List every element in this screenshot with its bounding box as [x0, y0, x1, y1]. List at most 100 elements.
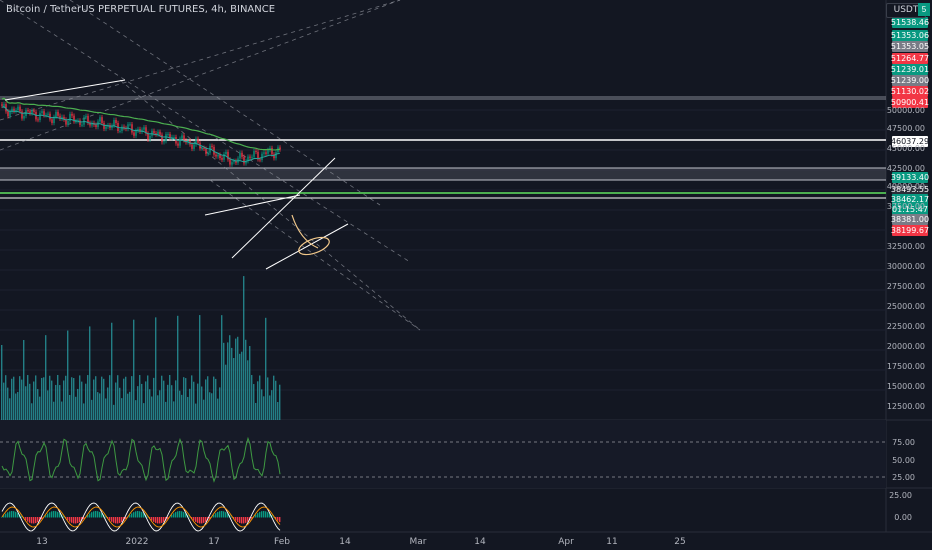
- chart-canvas[interactable]: 51538.46 51353.06 51353.05 51264.77 51239.01…: [0, 0, 932, 550]
- volume-bar: [9, 398, 11, 420]
- candle-body: [57, 111, 59, 116]
- candle-body: [225, 151, 227, 155]
- candle-body: [39, 112, 41, 121]
- candle-body: [267, 150, 269, 154]
- volume-bar: [165, 401, 167, 420]
- candle-body: [43, 111, 45, 116]
- volume-bar: [123, 378, 125, 420]
- macd-histogram-bar: [115, 517, 117, 524]
- volume-bar: [63, 380, 65, 420]
- volume-bar: [17, 391, 19, 420]
- volume-bar: [83, 403, 85, 420]
- macd-histogram-bar: [215, 513, 217, 518]
- candle-body: [7, 111, 9, 117]
- candle-body: [41, 111, 43, 113]
- volume-bar: [237, 336, 239, 420]
- price-tick-label: 47500.00: [887, 124, 925, 133]
- volume-bar: [7, 387, 9, 420]
- macd-histogram-bar: [237, 517, 239, 522]
- volume-bar: [185, 378, 187, 420]
- candle-body: [27, 110, 29, 112]
- candle-body: [99, 117, 101, 122]
- candle-body: [219, 154, 221, 159]
- volume-bar: [97, 392, 99, 420]
- price-tick-label: 40000.00: [887, 182, 925, 191]
- volume-bar: [33, 381, 35, 420]
- candle-body: [33, 110, 35, 112]
- volume-bar: [147, 375, 149, 420]
- volume-bar: [31, 403, 33, 420]
- macd-histogram-bar: [51, 511, 53, 518]
- volume-bar: [139, 375, 141, 420]
- candle-body: [181, 135, 183, 139]
- volume-bar: [169, 375, 171, 420]
- price-tick-label: 25000.00: [887, 302, 925, 311]
- volume-bar: [99, 393, 101, 420]
- candle-body: [103, 123, 105, 129]
- volume-bar: [209, 392, 211, 420]
- time-axis-label: Feb: [274, 537, 290, 547]
- price-tick-label: 37500.00: [887, 202, 925, 211]
- macd-histogram-bar: [15, 511, 17, 518]
- candle-body: [193, 144, 195, 149]
- volume-bar: [163, 380, 165, 420]
- macd-histogram-bar: [95, 511, 97, 518]
- candle-body: [205, 148, 207, 154]
- macd-histogram-bar: [79, 517, 81, 523]
- price-label-text: 38199.67: [891, 226, 929, 235]
- price-label-text: 51353.06: [891, 31, 929, 40]
- macd-histogram-bar: [73, 517, 75, 524]
- candle-body: [135, 130, 137, 136]
- candle-body: [131, 124, 133, 133]
- candle-body: [153, 130, 155, 134]
- candle-body: [157, 131, 159, 135]
- candle-body: [23, 116, 25, 119]
- price-tick-label: 20000.00: [887, 342, 925, 351]
- macd-histogram-bar: [219, 511, 221, 518]
- candle-body: [79, 120, 81, 125]
- macd-histogram-bar: [55, 511, 57, 518]
- volume-bar: [35, 375, 37, 420]
- price-tick-label: 45000.00: [887, 144, 925, 153]
- candle-body: [251, 156, 253, 158]
- price-tick-label: 42500.00: [887, 164, 925, 173]
- macd-histogram-bar: [173, 513, 175, 518]
- volume-bar: [25, 386, 27, 420]
- candle-body: [249, 156, 251, 158]
- time-axis-label: 14: [474, 537, 486, 547]
- volume-bar: [47, 390, 49, 420]
- macd-tick-label: 0.00: [894, 513, 912, 522]
- macd-histogram-bar: [265, 511, 267, 518]
- macd-histogram-bar: [47, 513, 49, 518]
- candle-body: [263, 152, 265, 154]
- volume-bar: [223, 342, 225, 420]
- volume-bar: [267, 377, 269, 420]
- macd-histogram-bar: [9, 511, 11, 518]
- candle-body: [229, 159, 231, 165]
- macd-histogram-bar: [181, 511, 183, 518]
- volume-bar: [67, 330, 69, 420]
- candle-body: [239, 152, 241, 159]
- candle-body: [81, 124, 83, 126]
- volume-bar: [71, 377, 73, 420]
- volume-bar: [217, 398, 219, 420]
- macd-histogram-bar: [257, 513, 259, 518]
- macd-histogram-bar: [155, 517, 157, 523]
- volume-bar: [279, 384, 281, 420]
- volume-bar: [1, 345, 3, 420]
- macd-histogram-bar: [259, 511, 261, 518]
- volume-bar: [27, 375, 29, 420]
- macd-histogram-bar: [137, 511, 139, 518]
- candle-body: [221, 158, 223, 160]
- volume-bar: [211, 393, 213, 420]
- volume-bar: [51, 380, 53, 420]
- candle-body: [87, 115, 89, 123]
- macd-histogram-bar: [35, 517, 37, 524]
- volume-bar: [109, 375, 111, 420]
- candle-body: [3, 104, 5, 106]
- macd-histogram-bar: [255, 514, 257, 518]
- price-label-text: 51353.05: [891, 42, 929, 51]
- price-tick-label: 15000.00: [887, 382, 925, 391]
- macd-histogram-bar: [57, 511, 59, 518]
- volume-bar: [253, 384, 255, 420]
